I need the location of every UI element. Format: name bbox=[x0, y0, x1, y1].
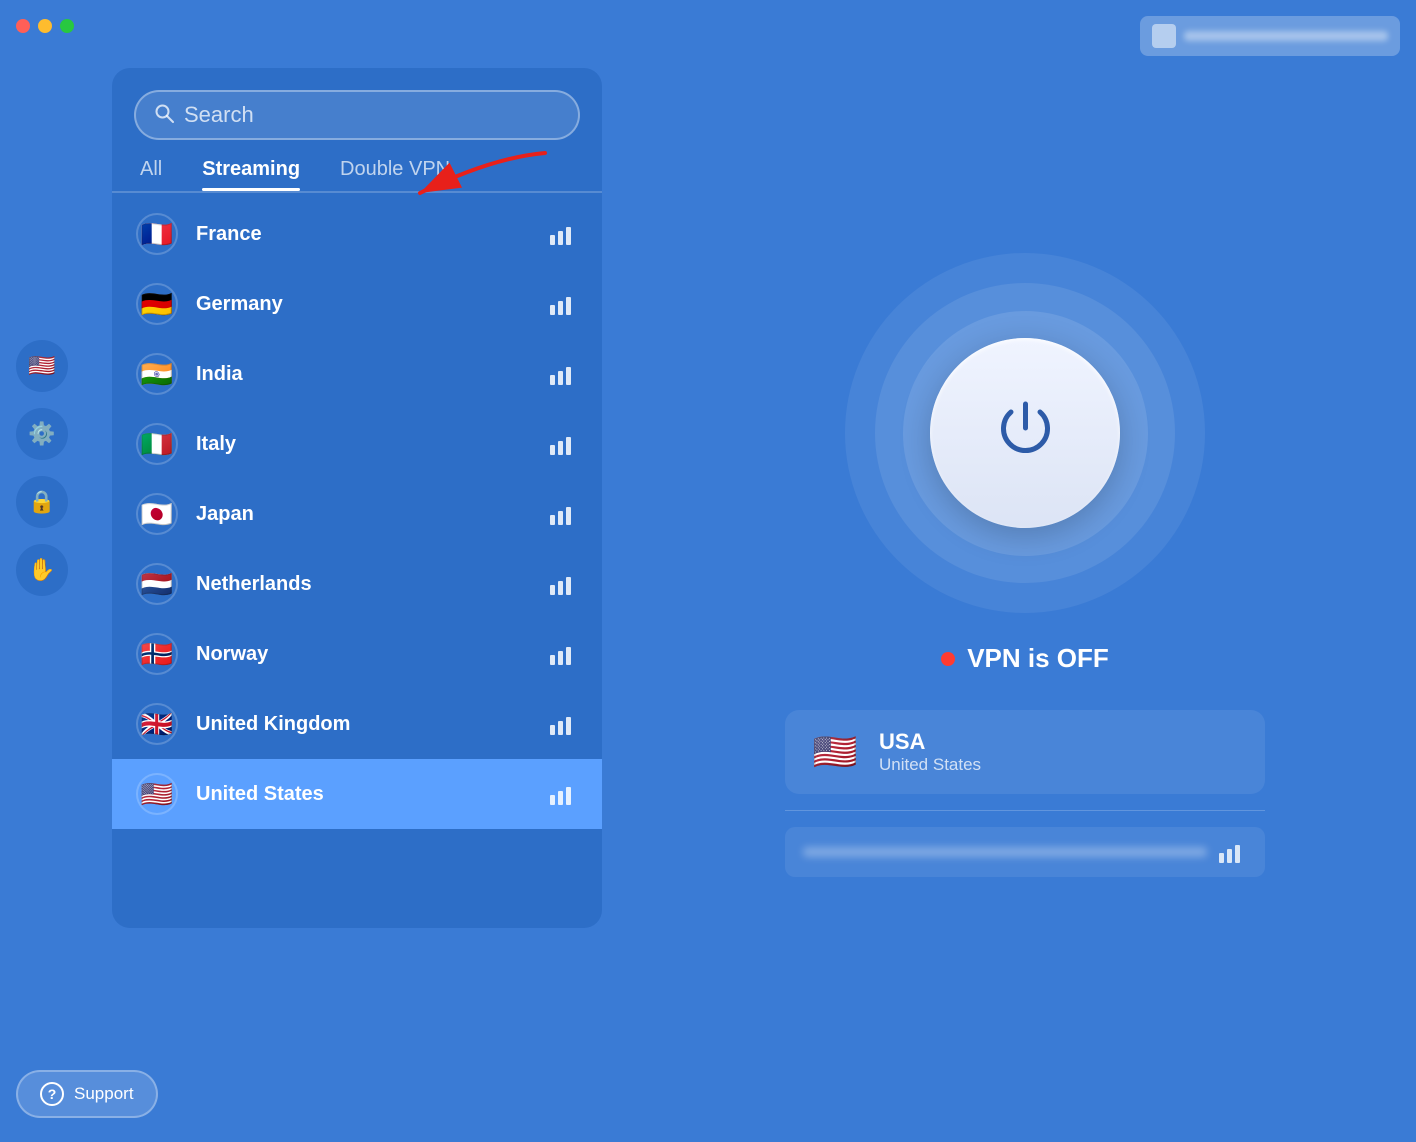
signal-bars bbox=[550, 363, 578, 385]
tabs: All Streaming Double VPN bbox=[112, 140, 602, 191]
top-right-bar bbox=[1140, 16, 1400, 56]
country-item[interactable]: 🇮🇳 India bbox=[112, 339, 602, 409]
flag-icon: 🇳🇴 bbox=[136, 633, 178, 675]
sidebar: 🇺🇸 ⚙️ 🔒 ✋ bbox=[16, 340, 68, 596]
country-name: India bbox=[196, 363, 550, 386]
signal-bars bbox=[550, 713, 578, 735]
country-name: United Kingdom bbox=[196, 713, 550, 736]
country-item[interactable]: 🇮🇹 Italy bbox=[112, 409, 602, 479]
signal-icon bbox=[1219, 841, 1247, 863]
flag-icon: 🇳🇱 bbox=[136, 563, 178, 605]
country-name: France bbox=[196, 223, 550, 246]
status-text: VPN is OFF bbox=[967, 643, 1109, 674]
signal-bars bbox=[550, 643, 578, 665]
flag-icon: 🇮🇹 bbox=[136, 423, 178, 465]
country-name: Germany bbox=[196, 293, 550, 316]
signal-bars bbox=[550, 503, 578, 525]
support-label: Support bbox=[74, 1084, 134, 1104]
country-code: USA bbox=[879, 729, 981, 755]
support-icon: ? bbox=[40, 1082, 64, 1106]
country-item[interactable]: 🇫🇷 France bbox=[112, 199, 602, 269]
avatar bbox=[1152, 24, 1176, 48]
country-item[interactable]: 🇯🇵 Japan bbox=[112, 479, 602, 549]
search-input[interactable] bbox=[184, 102, 560, 128]
power-icon bbox=[993, 396, 1058, 471]
signal-bars bbox=[550, 223, 578, 245]
traffic-lights bbox=[16, 19, 74, 33]
divider-line bbox=[785, 810, 1265, 811]
bottom-bar bbox=[785, 827, 1265, 877]
country-name: United States bbox=[196, 783, 550, 806]
country-name: Japan bbox=[196, 503, 550, 526]
server-panel: All Streaming Double VPN 🇫🇷 France 🇩🇪 Germa… bbox=[112, 68, 602, 928]
country-info-text: USA United States bbox=[879, 729, 981, 775]
status-dot bbox=[941, 652, 955, 666]
country-full-name: United States bbox=[879, 755, 981, 775]
power-button[interactable] bbox=[930, 338, 1120, 528]
tab-all[interactable]: All bbox=[140, 158, 162, 191]
selected-flag: 🇺🇸 bbox=[809, 726, 861, 778]
search-icon bbox=[154, 103, 174, 128]
minimize-button[interactable] bbox=[38, 19, 52, 33]
selected-country-info[interactable]: 🇺🇸 USA United States bbox=[785, 710, 1265, 794]
main-panel: VPN is OFF 🇺🇸 USA United States bbox=[650, 68, 1400, 1062]
signal-bars bbox=[550, 433, 578, 455]
sidebar-icon-settings[interactable]: ⚙️ bbox=[16, 408, 68, 460]
support-button[interactable]: ? Support bbox=[16, 1070, 158, 1118]
signal-bars bbox=[550, 293, 578, 315]
signal-bars bbox=[550, 783, 578, 805]
close-button[interactable] bbox=[16, 19, 30, 33]
country-item[interactable]: 🇳🇴 Norway bbox=[112, 619, 602, 689]
flag-icon: 🇺🇸 bbox=[136, 773, 178, 815]
user-info-blurred bbox=[1184, 31, 1388, 41]
flag-icon: 🇯🇵 bbox=[136, 493, 178, 535]
country-name: Norway bbox=[196, 643, 550, 666]
country-item[interactable]: 🇩🇪 Germany bbox=[112, 269, 602, 339]
power-button-container bbox=[845, 253, 1205, 613]
sidebar-icon-lock[interactable]: 🔒 bbox=[16, 476, 68, 528]
country-name: Netherlands bbox=[196, 573, 550, 596]
flag-icon: 🇩🇪 bbox=[136, 283, 178, 325]
country-item[interactable]: 🇺🇸 United States bbox=[112, 759, 602, 829]
sidebar-icon-hand[interactable]: ✋ bbox=[16, 544, 68, 596]
tab-streaming[interactable]: Streaming bbox=[202, 158, 300, 191]
country-list: 🇫🇷 France 🇩🇪 Germany 🇮🇳 India 🇮🇹 Italy 🇯🇵 Japan 🇳🇱… bbox=[112, 193, 602, 928]
country-item[interactable]: 🇳🇱 Netherlands bbox=[112, 549, 602, 619]
signal-bars bbox=[550, 573, 578, 595]
maximize-button[interactable] bbox=[60, 19, 74, 33]
flag-icon: 🇮🇳 bbox=[136, 353, 178, 395]
flag-icon: 🇫🇷 bbox=[136, 213, 178, 255]
country-name: Italy bbox=[196, 433, 550, 456]
bottom-blurred-content bbox=[803, 847, 1207, 857]
search-bar[interactable] bbox=[134, 90, 580, 140]
sidebar-icon-flag[interactable]: 🇺🇸 bbox=[16, 340, 68, 392]
flag-icon: 🇬🇧 bbox=[136, 703, 178, 745]
vpn-status: VPN is OFF bbox=[941, 643, 1109, 674]
country-item[interactable]: 🇬🇧 United Kingdom bbox=[112, 689, 602, 759]
tab-double-vpn[interactable]: Double VPN bbox=[340, 158, 450, 191]
